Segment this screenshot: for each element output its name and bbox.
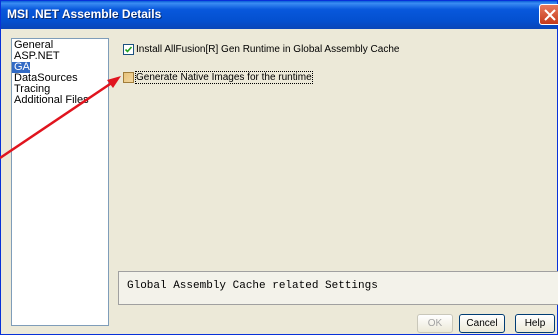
install-gac-checkbox[interactable] — [123, 44, 134, 55]
title-bar[interactable]: MSI .NET Assemble Details — [1, 1, 558, 29]
checkmark-icon — [124, 46, 133, 53]
native-images-label[interactable]: Generate Native Images for the runtime — [135, 71, 313, 84]
install-gac-label[interactable]: Install AllFusion[R] Gen Runtime in Glob… — [136, 44, 399, 55]
close-icon — [544, 9, 556, 21]
cancel-button[interactable]: Cancel — [459, 314, 505, 333]
dialog-window: MSI .NET Assemble Details General ASP.NE… — [0, 0, 558, 335]
category-list[interactable]: General ASP.NET GAC DataSources Tracing … — [11, 38, 109, 326]
close-button[interactable] — [539, 4, 558, 25]
description-text: Global Assembly Cache related Settings — [127, 280, 378, 292]
window-title: MSI .NET Assemble Details — [7, 7, 162, 21]
description-panel: Global Assembly Cache related Settings — [118, 271, 558, 305]
native-images-checkbox[interactable] — [123, 72, 134, 83]
ok-button[interactable]: OK — [417, 314, 453, 333]
help-button[interactable]: Help — [515, 314, 555, 333]
nav-item-additional-files[interactable]: Additional Files — [12, 95, 108, 106]
